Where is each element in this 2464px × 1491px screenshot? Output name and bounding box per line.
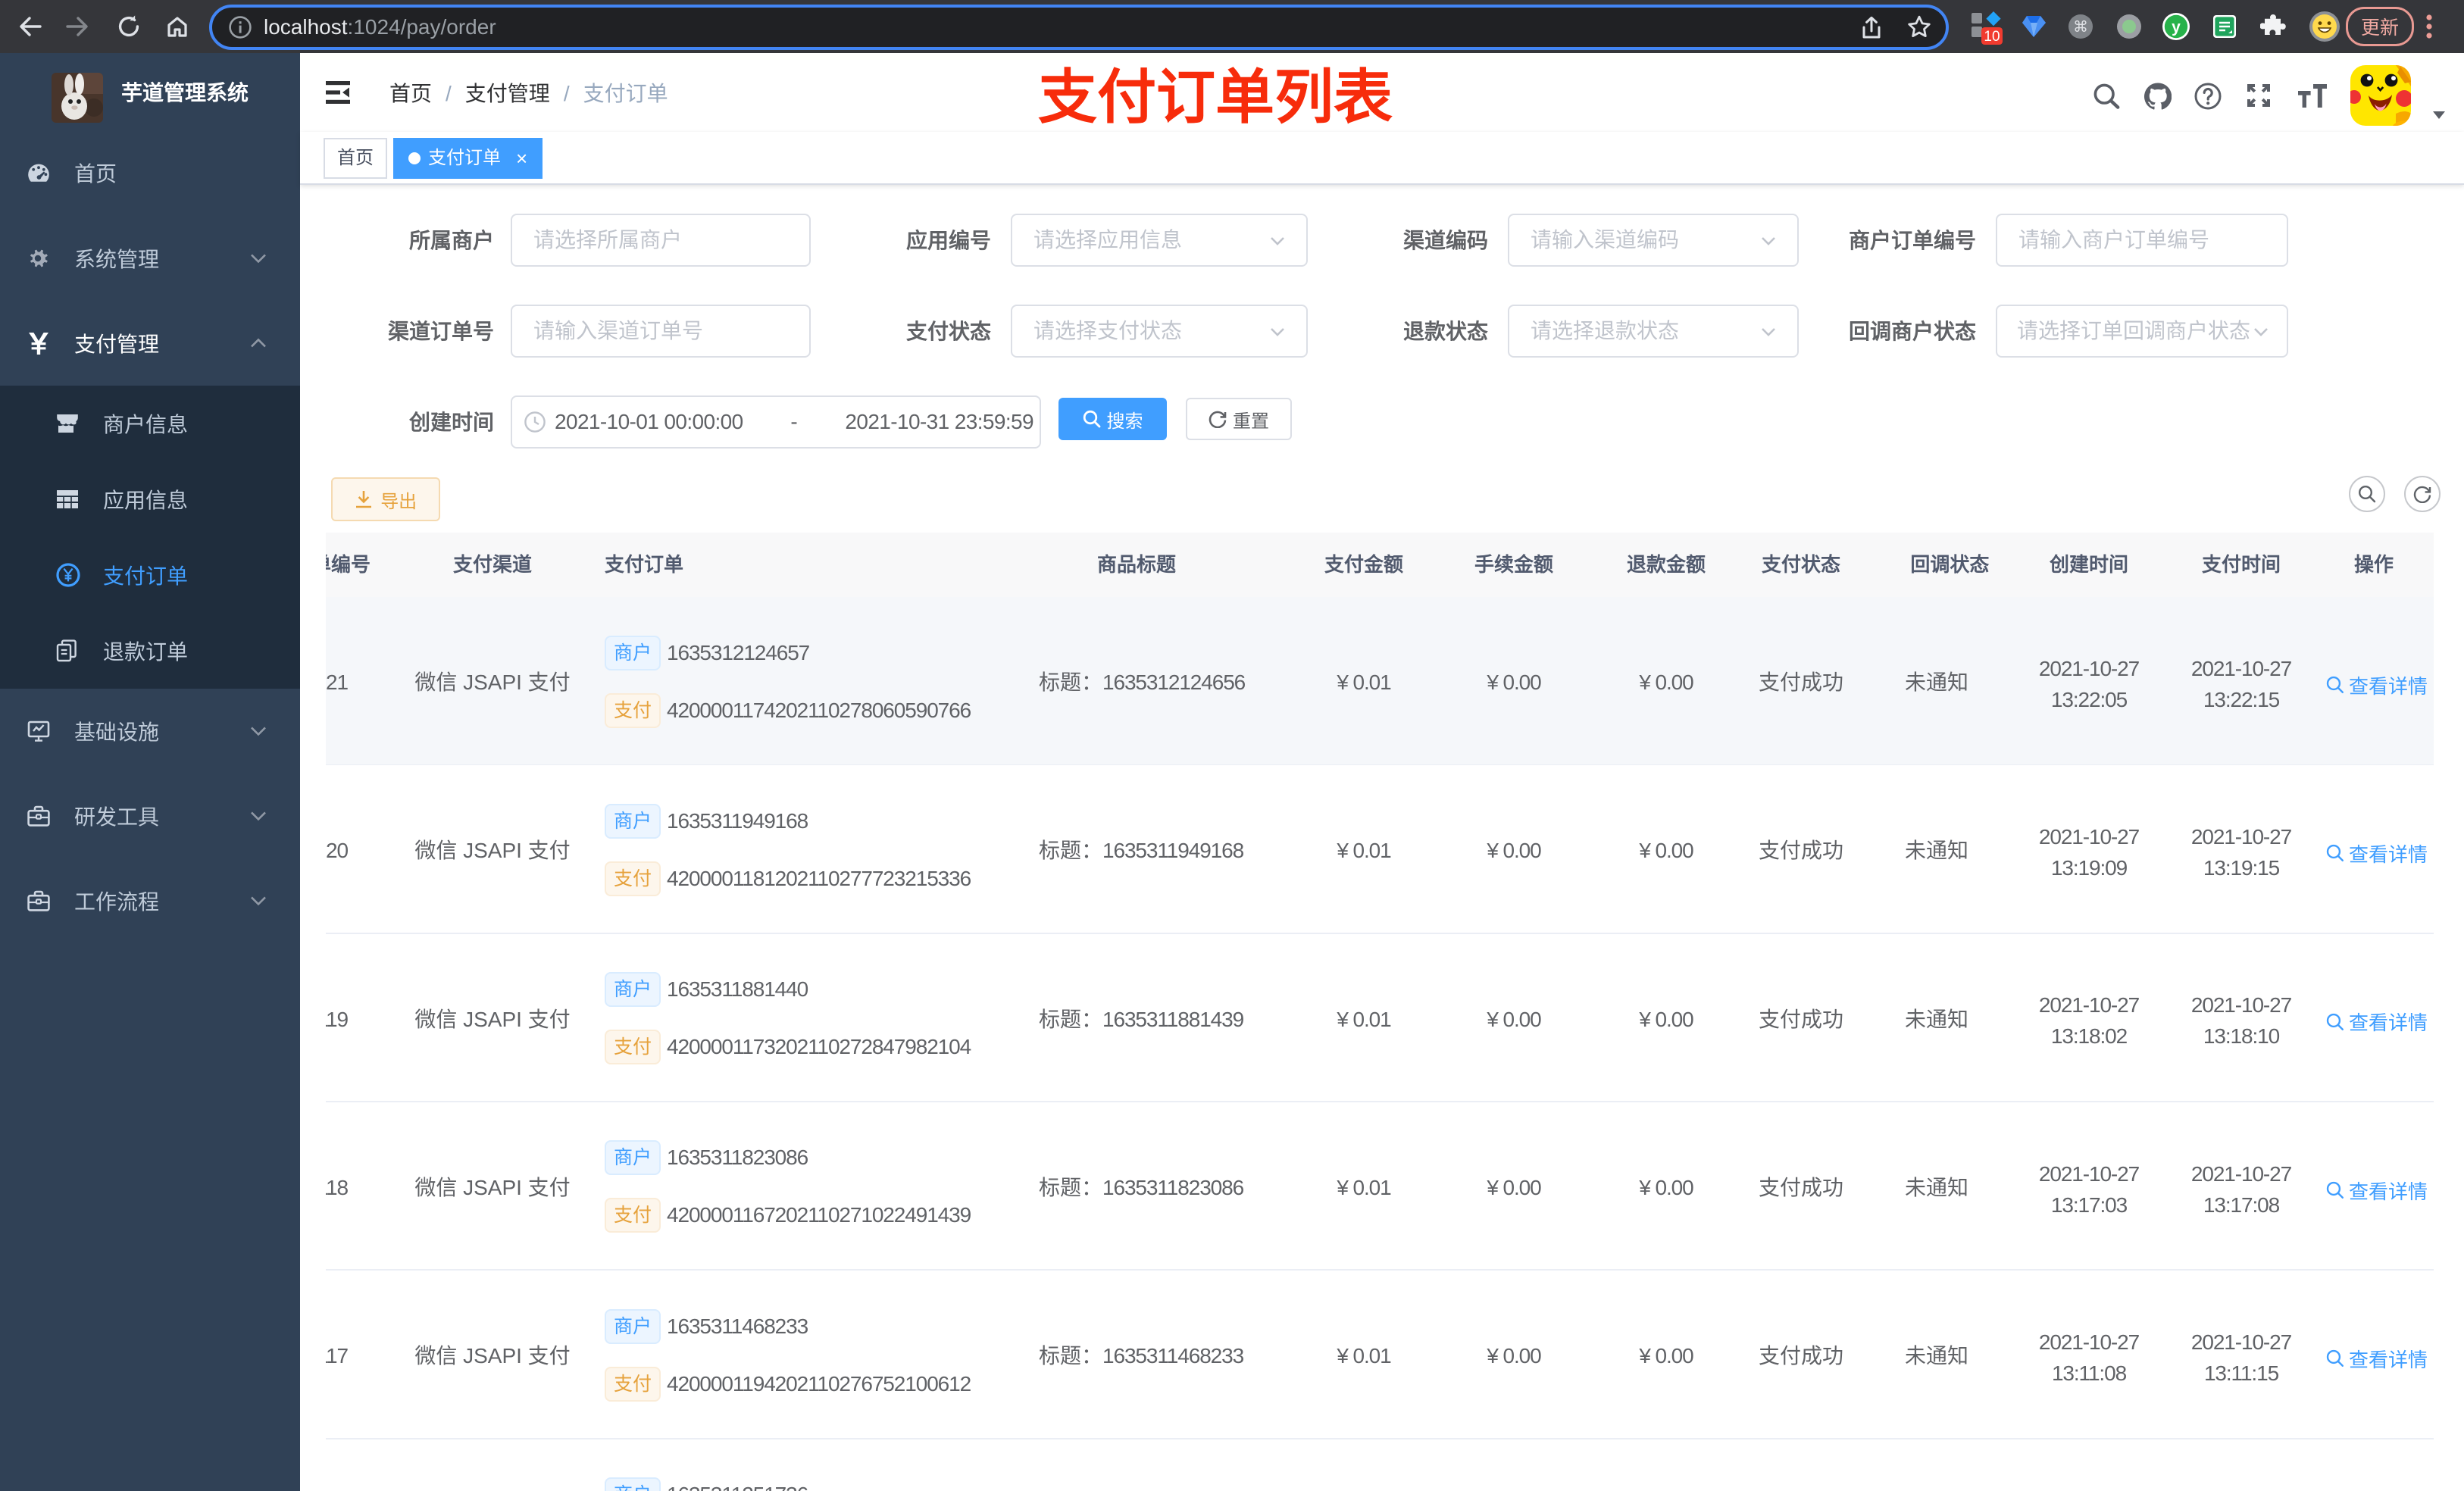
svg-text:⌘: ⌘ <box>2073 19 2088 36</box>
svg-text:10: 10 <box>1984 29 2000 45</box>
svg-text:y: y <box>2172 18 2181 36</box>
